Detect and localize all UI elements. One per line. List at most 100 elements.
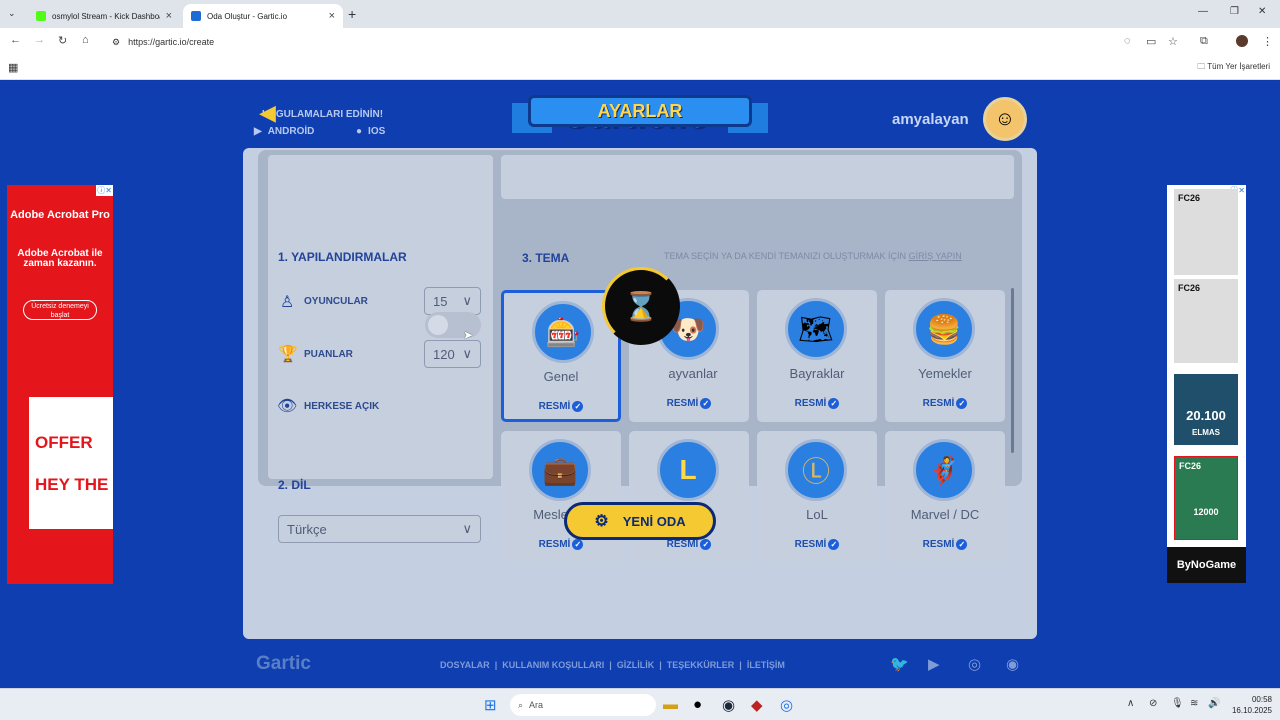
- theme-name: ayvanlar: [668, 366, 718, 381]
- ad-left-adobe[interactable]: ⓘ✕ Adobe Acrobat Pro Adobe Acrobat ile z…: [7, 185, 113, 584]
- avatar-face-icon: ☺: [994, 107, 1016, 130]
- app-icon[interactable]: ●: [693, 696, 702, 713]
- theme-card-yemekler[interactable]: 🍔 Yemekler RESMİ ✓: [885, 290, 1005, 422]
- tray-chevron-icon[interactable]: ∧: [1127, 698, 1134, 709]
- reload-icon[interactable]: ↻: [58, 34, 67, 47]
- ad-tile-diamonds[interactable]: 20.100 ELMAS: [1174, 374, 1238, 445]
- theme-card-lol[interactable]: Ⓛ LoL RESMİ ✓: [757, 431, 877, 563]
- theme-name: LoL: [806, 507, 828, 522]
- tab-gartic-create[interactable]: Oda Oluştur - Gartic.io ×: [183, 4, 343, 28]
- ad-tile-fc26[interactable]: FC26: [1174, 189, 1238, 275]
- language-select[interactable]: Türkçe ∨: [278, 515, 481, 543]
- eye-off-icon[interactable]: ◌: [1124, 35, 1131, 47]
- footer-separator: |: [494, 660, 498, 670]
- footer-link-files[interactable]: DOSYALAR: [440, 660, 490, 670]
- youtube-icon[interactable]: ▶: [928, 655, 940, 673]
- ad-right-bynogame[interactable]: ⓘ✕ FC26 FC26 20.100 ELMAS FC26 12000 ByN…: [1167, 185, 1246, 583]
- footer-separator: |: [739, 660, 742, 670]
- all-bookmarks-folder[interactable]: 🗀 Tüm Yer İşaretleri: [1197, 61, 1270, 75]
- address-bar[interactable]: ⚙ https://gartic.io/create: [104, 32, 1114, 52]
- menu-dots-icon[interactable]: ⋮: [1262, 35, 1273, 48]
- footer-link-thanks[interactable]: TEŞEKKÜRLER: [667, 660, 735, 670]
- adchoices-icon[interactable]: ⓘ✕: [96, 185, 113, 196]
- ad-hey-text: HEY THE: [35, 475, 109, 494]
- toggle-knob: [428, 315, 448, 335]
- players-select[interactable]: 15 ∨: [424, 287, 481, 315]
- briefcase-icon: 💼: [529, 439, 591, 501]
- language-value: Türkçe: [287, 521, 327, 537]
- user-avatar[interactable]: ☺: [983, 97, 1027, 141]
- settings-title: AYARLAR: [597, 100, 683, 121]
- username: amyalayan: [892, 111, 969, 128]
- minimize-icon[interactable]: —: [1198, 6, 1208, 17]
- logo-l-icon: L: [657, 439, 719, 501]
- windows-start-icon[interactable]: ⊞: [484, 696, 497, 714]
- chevron-down-icon: ∨: [462, 521, 472, 536]
- taskbar-search[interactable]: ⌕ Ara: [510, 694, 656, 716]
- back-arrow-icon[interactable]: ←: [10, 34, 21, 46]
- official-badge: RESMİ ✓: [885, 539, 1005, 550]
- ad-tile-fc26[interactable]: FC26: [1174, 279, 1238, 363]
- map-flag-icon: 🗺: [785, 298, 847, 360]
- twitter-icon[interactable]: 🐦: [890, 655, 909, 673]
- theme-name: Genel: [543, 369, 579, 384]
- new-tab-icon[interactable]: +: [348, 6, 356, 22]
- network-off-icon[interactable]: ⊘: [1149, 698, 1157, 709]
- wifi-icon[interactable]: ≋: [1190, 698, 1198, 709]
- theme-card-meslekler[interactable]: 💼 Meslekler RESMİ ✓: [501, 431, 621, 563]
- theme-card-logolar[interactable]: L Logolar RESMİ✓: [629, 431, 749, 563]
- volume-icon[interactable]: 🔊: [1208, 698, 1220, 709]
- new-room-label: YENİ ODA: [622, 513, 686, 529]
- tab-kick-dashboard[interactable]: osmylol Stream - Kick Dashboa ×: [28, 4, 180, 28]
- theme-scrollbar[interactable]: [1011, 288, 1014, 453]
- file-explorer-icon[interactable]: ▬: [663, 696, 678, 713]
- ios-label: IOS: [368, 126, 386, 137]
- official-badge: RESMİ ✓: [757, 398, 877, 409]
- close-icon[interactable]: ×: [166, 10, 172, 22]
- config-title: 1. YAPILANDIRMALAR: [278, 250, 407, 264]
- check-icon: ✓: [828, 398, 840, 409]
- url-text: https://gartic.io/create: [128, 37, 215, 47]
- home-icon[interactable]: ⌂: [82, 34, 89, 46]
- android-app-link[interactable]: ▶ ANDROİD: [254, 126, 314, 137]
- taskbar-clock[interactable]: 00:58 16.10.2025: [1232, 694, 1272, 716]
- footer-logo[interactable]: Gartic: [256, 653, 311, 675]
- shield-app-icon[interactable]: ◆: [751, 696, 763, 714]
- footer-link-contact[interactable]: İLETİŞİM: [747, 660, 785, 670]
- cast-icon[interactable]: ▭: [1146, 35, 1156, 48]
- login-link[interactable]: GİRİŞ YAPIN: [909, 251, 962, 261]
- ad-cta-button[interactable]: Ücretsiz denemeyi başlat: [23, 300, 97, 320]
- lol-icon: Ⓛ: [785, 439, 847, 501]
- ad-tile-points[interactable]: FC26 12000: [1174, 456, 1238, 540]
- profile-avatar-icon[interactable]: [1236, 35, 1248, 47]
- extensions-icon[interactable]: ⧉: [1200, 35, 1208, 48]
- theme-card-marvel-dc[interactable]: 🦸 Marvel / DC RESMİ ✓: [885, 431, 1005, 563]
- site-info-icon[interactable]: ⚙: [112, 37, 120, 48]
- eye-icon: 👁: [277, 398, 298, 415]
- theme-card-bayraklar[interactable]: 🗺 Bayraklar RESMİ ✓: [757, 290, 877, 422]
- theme-hint: TEMA SEÇİN YA DA KENDİ TEMANIZI OLUŞTURM…: [664, 251, 962, 261]
- points-label: PUANLAR: [304, 349, 353, 360]
- mic-icon[interactable]: 🎙: [1171, 698, 1184, 709]
- close-icon[interactable]: ×: [329, 10, 335, 22]
- apps-grid-icon[interactable]: ▦: [8, 61, 18, 74]
- steam-icon[interactable]: ◉: [722, 696, 735, 714]
- kick-favicon-icon: [36, 11, 46, 21]
- window-close-icon[interactable]: ✕: [1258, 6, 1266, 17]
- star-icon[interactable]: ☆: [1168, 35, 1178, 48]
- forward-arrow-icon[interactable]: →: [34, 34, 45, 46]
- footer-link-terms[interactable]: KULLANIM KOŞULLARI: [502, 660, 604, 670]
- tab-search-icon[interactable]: ⌄: [8, 8, 16, 19]
- check-icon: ✓: [828, 539, 840, 550]
- discord-icon[interactable]: ◉: [1006, 655, 1019, 673]
- new-room-button[interactable]: ⚙ YENİ ODA: [564, 502, 716, 540]
- instagram-icon[interactable]: ◎: [968, 655, 981, 673]
- footer-link-privacy[interactable]: GİZLİLİK: [617, 660, 655, 670]
- points-select[interactable]: 120 ∨: [424, 340, 481, 368]
- chrome-icon[interactable]: ◎: [780, 696, 793, 714]
- ios-app-link[interactable]: ● IOS: [356, 126, 385, 137]
- search-icon: ⌕: [518, 699, 524, 710]
- fc-label: FC26: [1178, 193, 1201, 203]
- back-triangle-icon[interactable]: ◀: [259, 100, 283, 126]
- restore-icon[interactable]: ❐: [1230, 6, 1239, 17]
